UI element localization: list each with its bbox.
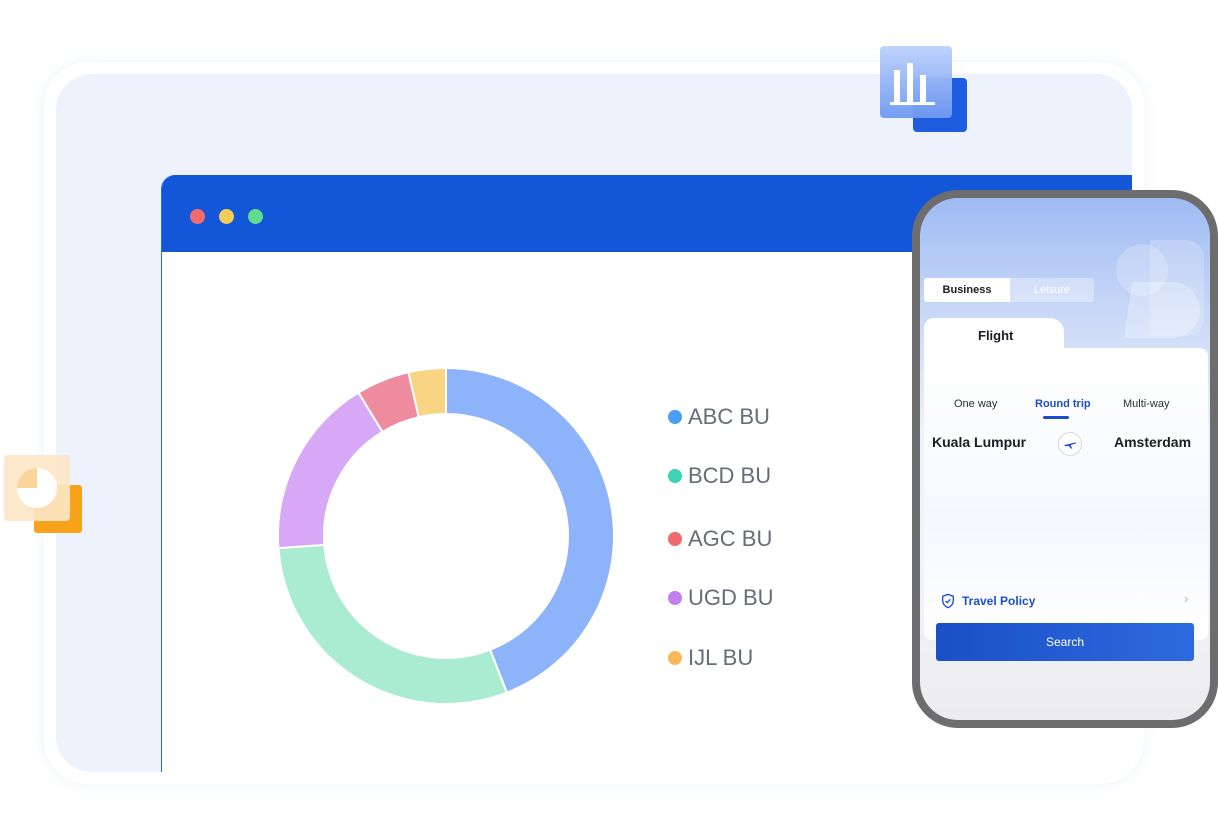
- legend-item-ugd: UGD BU: [668, 585, 774, 611]
- origin-city[interactable]: Kuala Lumpur: [932, 434, 1026, 450]
- destination-city[interactable]: Amsterdam: [1114, 434, 1191, 450]
- trip-type-round-trip[interactable]: Round trip: [1035, 398, 1091, 410]
- swap-cities-button[interactable]: [1058, 432, 1082, 456]
- tab-flight[interactable]: Flight: [924, 318, 1064, 354]
- legend-label: ABC BU: [688, 404, 770, 429]
- travel-policy-link[interactable]: Travel Policy: [940, 593, 1035, 609]
- trip-purpose-toggle: Business Leisure: [924, 278, 1094, 302]
- legend-label: AGC BU: [688, 526, 773, 551]
- shield-icon: [942, 593, 954, 609]
- search-button[interactable]: Search: [936, 623, 1194, 661]
- trip-type-multi-way[interactable]: Multi-way: [1123, 398, 1169, 410]
- airplane-icon: [1064, 442, 1076, 449]
- tab-business[interactable]: Business: [924, 278, 1010, 302]
- legend-dot: [668, 532, 682, 546]
- pie-chart-icon: [4, 455, 82, 533]
- legend-item-agc: AGC BU: [668, 526, 772, 552]
- legend-dot: [668, 410, 682, 424]
- flight-search-card: One way Round trip Multi-way Kuala Lumpu…: [924, 318, 1208, 661]
- chevron-right-icon: ›: [1184, 590, 1189, 606]
- legend-item-bcd: BCD BU: [668, 463, 771, 489]
- flight-tab-label: Flight: [978, 328, 1014, 343]
- donut-slice-bcd-bu: [277, 543, 509, 705]
- phone-screen: Business Leisure One way Round trip Mult…: [920, 198, 1210, 720]
- legend-item-abc: ABC BU: [668, 404, 770, 430]
- legend-dot: [668, 469, 682, 483]
- tab-leisure[interactable]: Leisure: [1010, 278, 1094, 302]
- card-body: One way Round trip Multi-way Kuala Lumpu…: [924, 348, 1208, 661]
- window-minimize-dot[interactable]: [219, 209, 234, 224]
- trip-type-one-way[interactable]: One way: [954, 398, 997, 410]
- legend-dot: [668, 591, 682, 605]
- travel-policy-label: Travel Policy: [962, 594, 1036, 608]
- bar-chart-icon: [880, 46, 967, 132]
- phone-mockup: Business Leisure One way Round trip Mult…: [912, 190, 1218, 728]
- legend-label: UGD BU: [688, 585, 774, 610]
- legend-item-ijl: IJL BU: [668, 645, 753, 671]
- donut-slice-abc-bu: [445, 366, 615, 694]
- window-close-dot[interactable]: [190, 209, 205, 224]
- donut-slice-ugd-bu: [277, 391, 384, 550]
- legend-label: IJL BU: [688, 645, 754, 670]
- round-trip-indicator: [1043, 416, 1069, 419]
- legend-label: BCD BU: [688, 463, 772, 488]
- window-maximize-dot[interactable]: [248, 209, 263, 224]
- legend-dot: [668, 651, 682, 665]
- donut-chart: [277, 366, 615, 705]
